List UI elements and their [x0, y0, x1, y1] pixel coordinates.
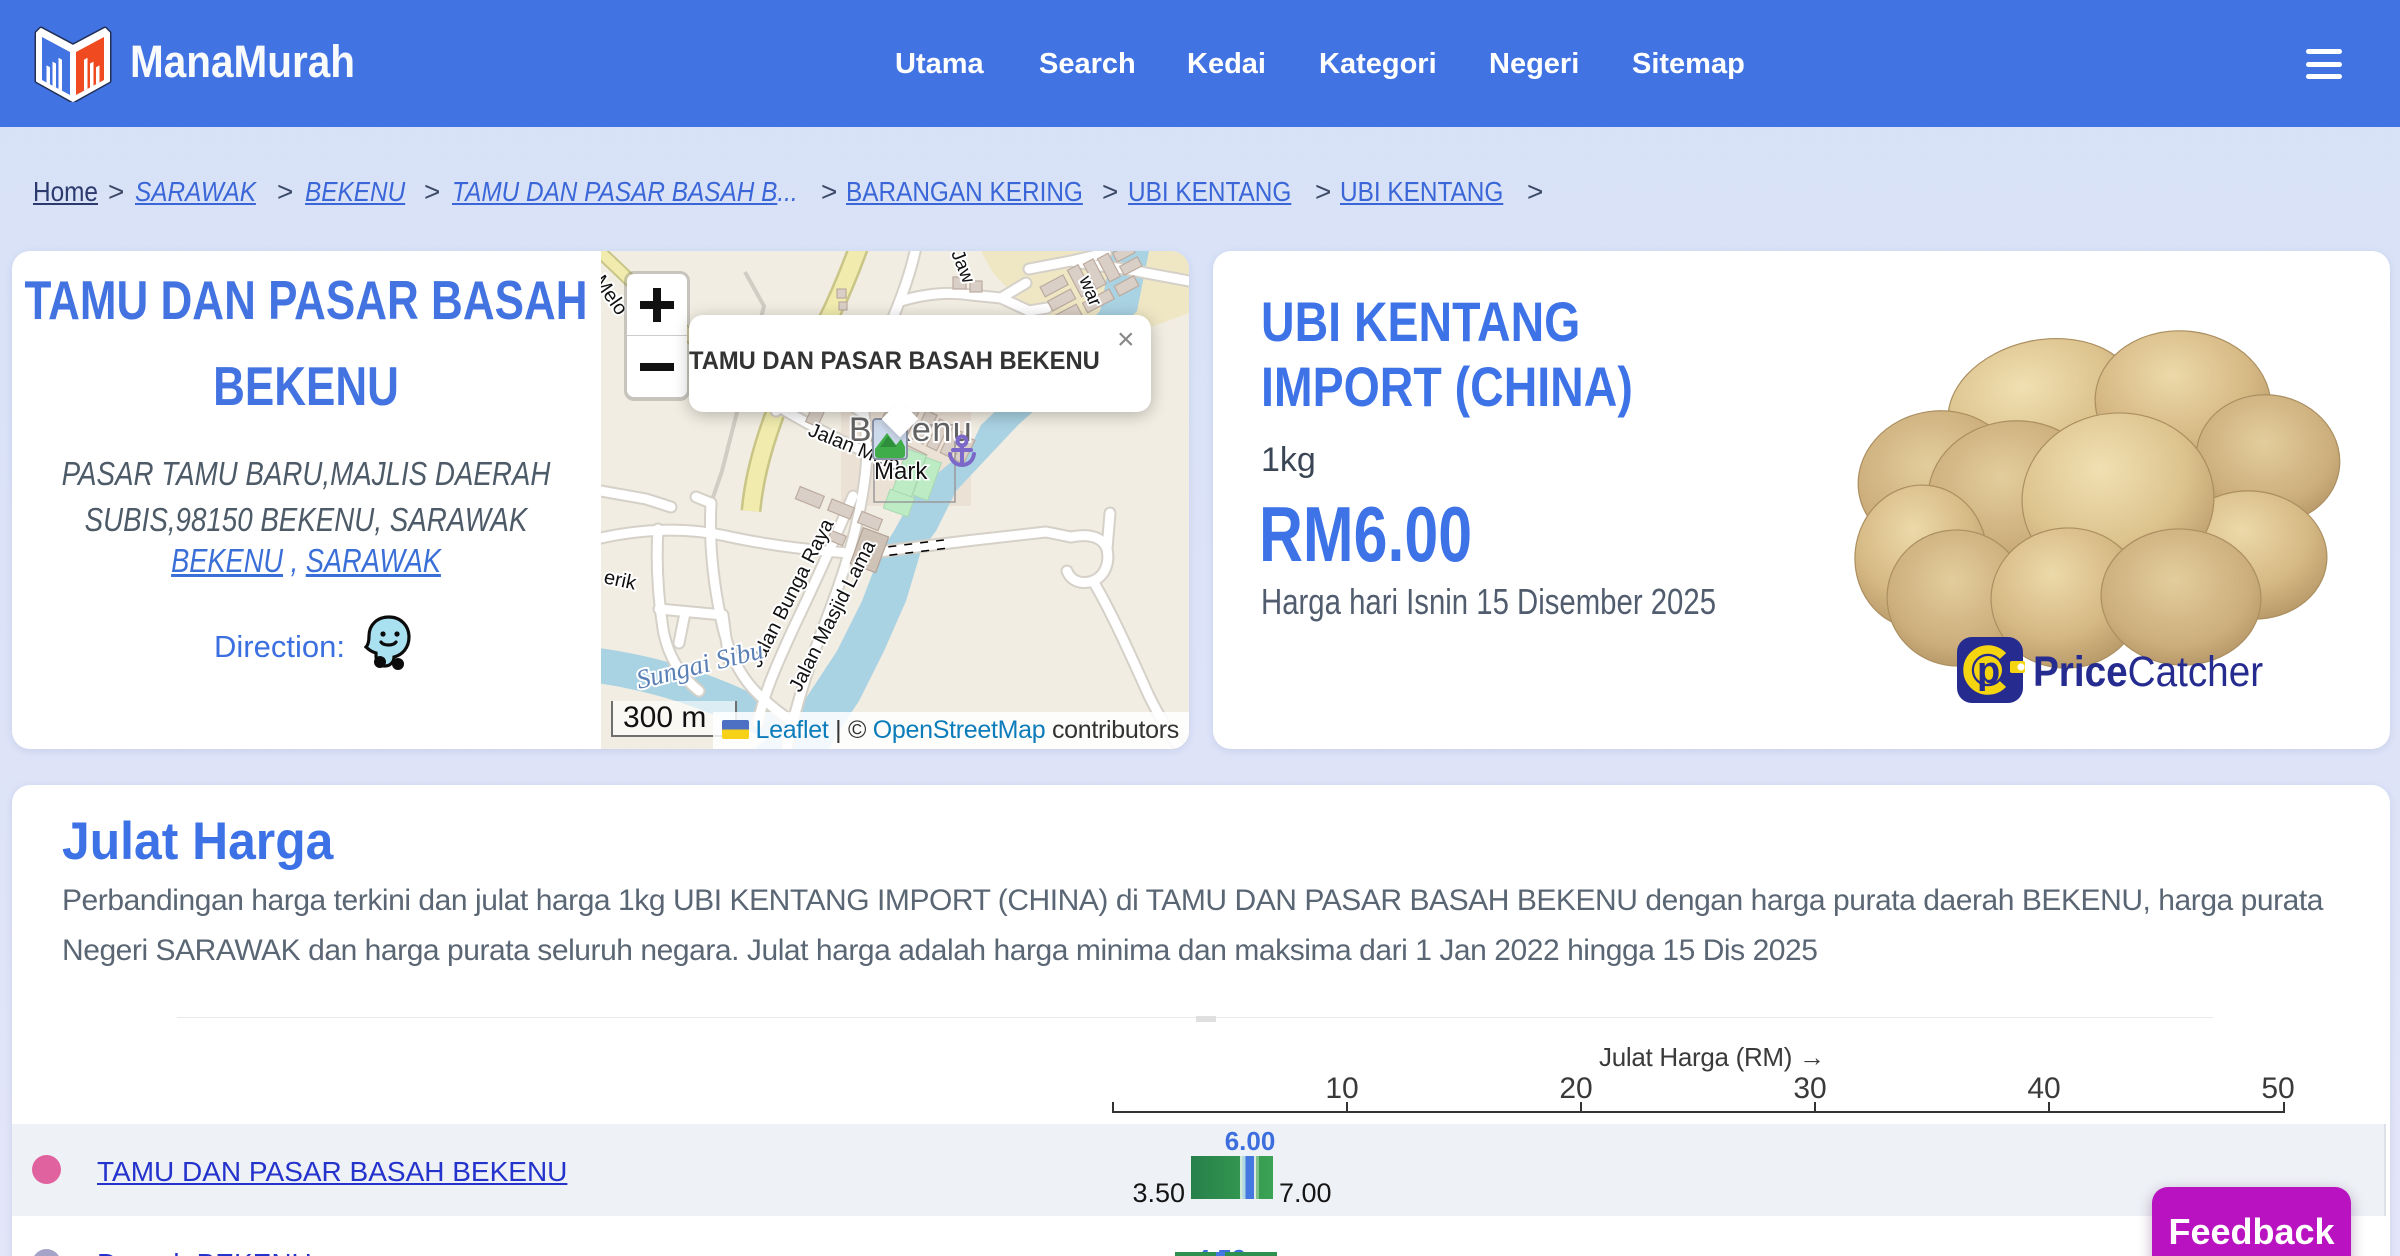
svg-text:PriceCatcher: PriceCatcher — [2033, 647, 2263, 695]
svg-text:20: 20 — [1559, 1072, 1592, 1105]
svg-text:10: 10 — [1325, 1072, 1358, 1105]
svg-text:Mark: Mark — [874, 458, 928, 485]
svg-text:50: 50 — [2261, 1072, 2294, 1105]
svg-text:40: 40 — [2027, 1072, 2060, 1105]
svg-text:p: p — [1977, 650, 2000, 692]
svg-text:30: 30 — [1793, 1072, 1826, 1105]
